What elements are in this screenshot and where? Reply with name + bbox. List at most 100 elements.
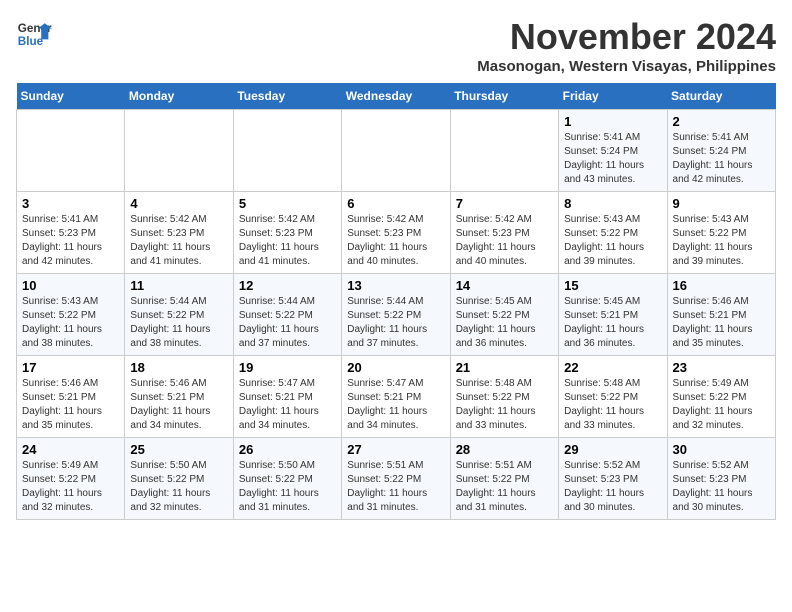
day-detail: Sunrise: 5:41 AM Sunset: 5:24 PM Dayligh…	[673, 131, 770, 187]
title-area: November 2024 Masonogan, Western Visayas…	[477, 16, 776, 75]
day-number: 29	[564, 442, 661, 457]
day-detail: Sunrise: 5:52 AM Sunset: 5:23 PM Dayligh…	[564, 459, 661, 515]
weekday-header-row: SundayMondayTuesdayWednesdayThursdayFrid…	[17, 83, 776, 110]
day-detail: Sunrise: 5:44 AM Sunset: 5:22 PM Dayligh…	[239, 295, 336, 351]
day-number: 24	[22, 442, 119, 457]
day-number: 5	[239, 196, 336, 211]
calendar-cell	[17, 110, 125, 192]
day-detail: Sunrise: 5:45 AM Sunset: 5:21 PM Dayligh…	[564, 295, 661, 351]
day-number: 18	[130, 360, 227, 375]
weekday-header-wednesday: Wednesday	[342, 83, 450, 110]
day-number: 17	[22, 360, 119, 375]
calendar-cell: 23 Sunrise: 5:49 AM Sunset: 5:22 PM Dayli…	[667, 356, 775, 438]
calendar-cell: 8Sunrise: 5:43 AM Sunset: 5:22 PM Daylig…	[559, 192, 667, 274]
day-number: 19	[239, 360, 336, 375]
calendar-cell	[450, 110, 558, 192]
day-detail: Sunrise: 5:51 AM Sunset: 5:22 PM Dayligh…	[456, 459, 553, 515]
day-number: 25	[130, 442, 227, 457]
calendar-cell: 18 Sunrise: 5:46 AM Sunset: 5:21 PM Dayli…	[125, 356, 233, 438]
day-detail: Sunrise: 5:42 AM Sunset: 5:23 PM Dayligh…	[130, 213, 227, 269]
calendar-cell: 21 Sunrise: 5:48 AM Sunset: 5:22 PM Dayli…	[450, 356, 558, 438]
logo-icon: General Blue	[16, 16, 52, 52]
calendar-cell: 24 Sunrise: 5:49 AM Sunset: 5:22 PM Dayli…	[17, 438, 125, 520]
day-detail: Sunrise: 5:46 AM Sunset: 5:21 PM Dayligh…	[22, 377, 119, 433]
calendar-cell: 25 Sunrise: 5:50 AM Sunset: 5:22 PM Dayli…	[125, 438, 233, 520]
calendar-cell: 28 Sunrise: 5:51 AM Sunset: 5:22 PM Dayli…	[450, 438, 558, 520]
calendar-cell: 14 Sunrise: 5:45 AM Sunset: 5:22 PM Dayli…	[450, 274, 558, 356]
calendar-cell: 2 Sunrise: 5:41 AM Sunset: 5:24 PM Daylig…	[667, 110, 775, 192]
week-row-1: 1 Sunrise: 5:41 AM Sunset: 5:24 PM Daylig…	[17, 110, 776, 192]
svg-text:Blue: Blue	[18, 35, 44, 48]
calendar-cell: 3 Sunrise: 5:41 AM Sunset: 5:23 PM Daylig…	[17, 192, 125, 274]
location-subtitle: Masonogan, Western Visayas, Philippines	[477, 58, 776, 75]
day-detail: Sunrise: 5:41 AM Sunset: 5:23 PM Dayligh…	[22, 213, 119, 269]
calendar-cell	[125, 110, 233, 192]
day-number: 1	[564, 114, 661, 129]
day-detail: Sunrise: 5:44 AM Sunset: 5:22 PM Dayligh…	[347, 295, 444, 351]
day-detail: Sunrise: 5:44 AM Sunset: 5:22 PM Dayligh…	[130, 295, 227, 351]
calendar-cell: 27Sunrise: 5:51 AM Sunset: 5:22 PM Dayli…	[342, 438, 450, 520]
week-row-5: 24 Sunrise: 5:49 AM Sunset: 5:22 PM Dayli…	[17, 438, 776, 520]
day-detail: Sunrise: 5:46 AM Sunset: 5:21 PM Dayligh…	[130, 377, 227, 433]
day-number: 21	[456, 360, 553, 375]
day-number: 14	[456, 278, 553, 293]
week-row-2: 3 Sunrise: 5:41 AM Sunset: 5:23 PM Daylig…	[17, 192, 776, 274]
day-number: 10	[22, 278, 119, 293]
day-number: 30	[673, 442, 770, 457]
calendar-cell: 13 Sunrise: 5:44 AM Sunset: 5:22 PM Dayli…	[342, 274, 450, 356]
day-number: 3	[22, 196, 119, 211]
day-detail: Sunrise: 5:42 AM Sunset: 5:23 PM Dayligh…	[456, 213, 553, 269]
day-detail: Sunrise: 5:42 AM Sunset: 5:23 PM Dayligh…	[239, 213, 336, 269]
calendar-cell: 17 Sunrise: 5:46 AM Sunset: 5:21 PM Dayli…	[17, 356, 125, 438]
day-detail: Sunrise: 5:48 AM Sunset: 5:22 PM Dayligh…	[564, 377, 661, 433]
month-title: November 2024	[477, 16, 776, 58]
calendar-cell: 20Sunrise: 5:47 AM Sunset: 5:21 PM Dayli…	[342, 356, 450, 438]
calendar-cell: 10 Sunrise: 5:43 AM Sunset: 5:22 PM Dayli…	[17, 274, 125, 356]
calendar-cell: 1 Sunrise: 5:41 AM Sunset: 5:24 PM Daylig…	[559, 110, 667, 192]
day-number: 23	[673, 360, 770, 375]
day-number: 15	[564, 278, 661, 293]
day-detail: Sunrise: 5:49 AM Sunset: 5:22 PM Dayligh…	[673, 377, 770, 433]
day-detail: Sunrise: 5:46 AM Sunset: 5:21 PM Dayligh…	[673, 295, 770, 351]
day-number: 9	[673, 196, 770, 211]
calendar-cell: 15 Sunrise: 5:45 AM Sunset: 5:21 PM Dayli…	[559, 274, 667, 356]
calendar-cell: 26 Sunrise: 5:50 AM Sunset: 5:22 PM Dayli…	[233, 438, 341, 520]
day-number: 26	[239, 442, 336, 457]
calendar-cell: 6Sunrise: 5:42 AM Sunset: 5:23 PM Daylig…	[342, 192, 450, 274]
day-detail: Sunrise: 5:41 AM Sunset: 5:24 PM Dayligh…	[564, 131, 661, 187]
day-detail: Sunrise: 5:48 AM Sunset: 5:22 PM Dayligh…	[456, 377, 553, 433]
calendar-cell	[342, 110, 450, 192]
day-detail: Sunrise: 5:52 AM Sunset: 5:23 PM Dayligh…	[673, 459, 770, 515]
calendar-cell: 4 Sunrise: 5:42 AM Sunset: 5:23 PM Daylig…	[125, 192, 233, 274]
calendar-cell	[233, 110, 341, 192]
day-detail: Sunrise: 5:43 AM Sunset: 5:22 PM Dayligh…	[673, 213, 770, 269]
day-detail: Sunrise: 5:50 AM Sunset: 5:22 PM Dayligh…	[130, 459, 227, 515]
day-detail: Sunrise: 5:43 AM Sunset: 5:22 PM Dayligh…	[564, 213, 661, 269]
day-number: 13	[347, 278, 444, 293]
day-detail: Sunrise: 5:43 AM Sunset: 5:22 PM Dayligh…	[22, 295, 119, 351]
day-detail: Sunrise: 5:45 AM Sunset: 5:22 PM Dayligh…	[456, 295, 553, 351]
day-number: 16	[673, 278, 770, 293]
week-row-3: 10 Sunrise: 5:43 AM Sunset: 5:22 PM Dayli…	[17, 274, 776, 356]
weekday-header-saturday: Saturday	[667, 83, 775, 110]
weekday-header-monday: Monday	[125, 83, 233, 110]
day-number: 22	[564, 360, 661, 375]
day-detail: Sunrise: 5:50 AM Sunset: 5:22 PM Dayligh…	[239, 459, 336, 515]
day-number: 6	[347, 196, 444, 211]
calendar-cell: 12Sunrise: 5:44 AM Sunset: 5:22 PM Dayli…	[233, 274, 341, 356]
weekday-header-friday: Friday	[559, 83, 667, 110]
calendar-cell: 5 Sunrise: 5:42 AM Sunset: 5:23 PM Daylig…	[233, 192, 341, 274]
weekday-header-tuesday: Tuesday	[233, 83, 341, 110]
day-number: 2	[673, 114, 770, 129]
header: General Blue November 2024 Masonogan, We…	[16, 16, 776, 75]
weekday-header-thursday: Thursday	[450, 83, 558, 110]
weekday-header-sunday: Sunday	[17, 83, 125, 110]
day-number: 7	[456, 196, 553, 211]
day-detail: Sunrise: 5:47 AM Sunset: 5:21 PM Dayligh…	[239, 377, 336, 433]
calendar-table: SundayMondayTuesdayWednesdayThursdayFrid…	[16, 83, 776, 520]
day-number: 28	[456, 442, 553, 457]
logo: General Blue	[16, 16, 52, 52]
day-detail: Sunrise: 5:49 AM Sunset: 5:22 PM Dayligh…	[22, 459, 119, 515]
day-number: 4	[130, 196, 227, 211]
day-number: 11	[130, 278, 227, 293]
